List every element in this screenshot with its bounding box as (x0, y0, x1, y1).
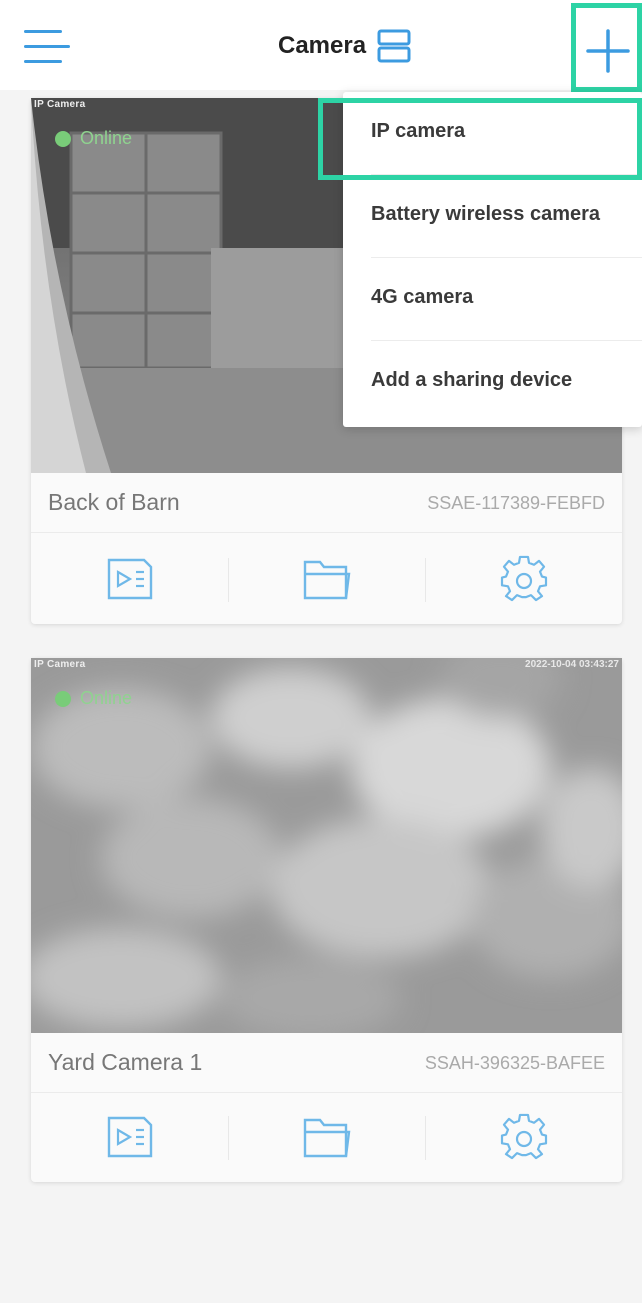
settings-button[interactable] (425, 1092, 622, 1182)
status-text: Online (80, 128, 133, 148)
playback-icon (107, 558, 152, 600)
camera-overlay-label: IP Camera (34, 659, 86, 670)
app-header: Camera (0, 0, 642, 90)
list-layout-icon[interactable] (376, 28, 412, 64)
files-button[interactable] (228, 1092, 425, 1182)
menu-button[interactable] (24, 30, 70, 66)
camera-actions (31, 534, 622, 624)
camera-name: Yard Camera 1 (48, 1049, 203, 1075)
menu-item-label: Battery wireless camera (371, 203, 601, 225)
hamburger-line (24, 45, 70, 48)
status-dot-icon (55, 130, 71, 147)
camera-info-row: Yard Camera 1 SSAH-396325-BAFEE (31, 1033, 622, 1093)
menu-item-label: 4G camera (371, 286, 474, 308)
camera-timestamp: 2022-10-04 03:43:27 (525, 659, 619, 670)
folder-icon (303, 1118, 350, 1158)
camera-feed-image (31, 658, 622, 1033)
files-button[interactable] (228, 534, 425, 624)
hamburger-line (24, 60, 62, 63)
gear-icon (500, 555, 547, 602)
camera-device-id: SSAH-396325-BAFEE (424, 1053, 605, 1073)
playback-icon (107, 1116, 152, 1158)
playback-button[interactable] (31, 1092, 228, 1182)
status-badge: Online (55, 128, 132, 149)
camera-name: Back of Barn (48, 489, 180, 515)
camera-card: IP Camera 2022-10-04 03:43:27 Online Yar… (31, 658, 622, 1182)
status-dot-icon (55, 690, 71, 707)
status-text: Online (80, 688, 133, 708)
camera-preview[interactable]: IP Camera 2022-10-04 03:43:27 Online (31, 658, 622, 1033)
menu-item-label: Add a sharing device (371, 369, 573, 391)
status-badge: Online (55, 688, 132, 709)
camera-actions (31, 1092, 622, 1182)
menu-item-add-sharing-device[interactable]: Add a sharing device (371, 341, 642, 424)
title-group: Camera (278, 26, 412, 66)
gear-icon (500, 1113, 547, 1160)
menu-item-4g-camera[interactable]: 4G camera (371, 258, 642, 341)
camera-device-id: SSAE-117389-FEBFD (427, 493, 605, 513)
settings-button[interactable] (425, 534, 622, 624)
playback-button[interactable] (31, 534, 228, 624)
highlight-ip-camera (318, 98, 642, 180)
folder-icon (303, 560, 350, 600)
camera-overlay-label: IP Camera (34, 99, 86, 110)
highlight-add-button (571, 3, 642, 92)
camera-info-row: Back of Barn SSAE-117389-FEBFD (31, 473, 622, 533)
menu-item-battery-wireless-camera[interactable]: Battery wireless camera (371, 175, 642, 258)
hamburger-menu-icon (24, 30, 62, 33)
page-title: Camera (278, 32, 367, 59)
